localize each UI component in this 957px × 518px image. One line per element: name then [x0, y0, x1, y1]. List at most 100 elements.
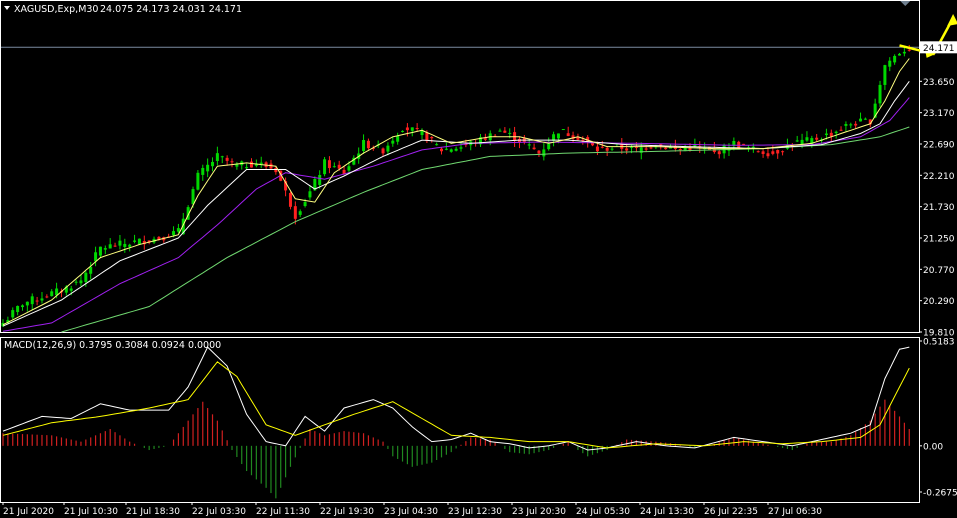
- candle-body: [600, 146, 604, 148]
- candle-body: [89, 266, 93, 274]
- symbol-dropdown-icon[interactable]: [4, 6, 10, 10]
- candle-body: [893, 55, 897, 63]
- candle-body: [332, 166, 336, 168]
- candle-body: [11, 310, 15, 318]
- candle-body: [649, 147, 653, 149]
- candle-body: [751, 146, 755, 148]
- candle-body: [766, 153, 770, 157]
- candle-body: [410, 127, 414, 131]
- time-tick-label: 27 Jul 06:30: [768, 507, 822, 517]
- candle-body: [323, 159, 327, 175]
- candle-body: [225, 157, 229, 161]
- candle-body: [776, 150, 780, 154]
- price-panel[interactable]: [1, 1, 957, 333]
- candle-body: [259, 162, 263, 165]
- candle-body: [824, 133, 828, 136]
- candle-body: [249, 161, 253, 168]
- candle-body: [503, 130, 507, 133]
- chart-canvas: 24.171 23.650 23.170 22.690 22.210 21.730 21.2…: [0, 0, 957, 517]
- candle-body: [644, 148, 648, 150]
- candle-body: [547, 143, 551, 150]
- candle-body: [40, 298, 44, 301]
- candle-body: [459, 147, 463, 149]
- candle-body: [878, 84, 882, 104]
- candle-body: [108, 244, 112, 249]
- candle-body: [362, 140, 366, 152]
- candle-body: [659, 144, 663, 146]
- candle-body: [16, 305, 20, 313]
- candle-body: [230, 161, 234, 163]
- ma-fast-line: [2, 58, 910, 326]
- candle-body: [405, 127, 409, 131]
- candle-body: [50, 291, 54, 297]
- time-tick-label: 22 Jul 03:30: [192, 507, 246, 517]
- candle-body: [45, 296, 49, 298]
- candle-body: [829, 132, 833, 137]
- price-panel-border: [0, 0, 920, 333]
- candle-body: [834, 131, 838, 134]
- candle-body: [211, 161, 215, 167]
- candle-body: [298, 211, 302, 215]
- candle-body: [118, 240, 122, 246]
- macd-lines: [2, 346, 910, 451]
- candle-body: [128, 244, 132, 247]
- macd-tick-label: -0.2675: [923, 489, 957, 499]
- time-tick-label: 21 Jul 2020: [3, 507, 54, 517]
- candle-body: [566, 133, 570, 137]
- candle-body: [381, 148, 385, 154]
- candle-body: [605, 147, 609, 151]
- candle-body: [35, 300, 39, 302]
- symbol-label: XAGUSD,Exp,M30: [14, 4, 98, 15]
- candle-body: [347, 166, 351, 171]
- candle-body: [527, 144, 531, 146]
- candle-body: [123, 243, 127, 247]
- time-tick-label: 21 Jul 10:30: [64, 507, 118, 517]
- chart-frame: [0, 0, 920, 503]
- macd-axis: 0.5183 0.00 -0.2675: [919, 338, 957, 499]
- candle-body: [69, 288, 73, 291]
- candle-body: [74, 281, 78, 283]
- candle-body: [595, 146, 599, 152]
- candle-body: [391, 140, 395, 144]
- candle-body: [483, 138, 487, 140]
- candle-body: [898, 53, 902, 56]
- candle-body: [454, 148, 458, 151]
- ma-slow-line: [2, 97, 910, 332]
- candle-body: [303, 202, 307, 207]
- candle-body: [669, 147, 673, 149]
- candle-body: [498, 130, 502, 132]
- candle-body: [883, 65, 887, 85]
- candle-body: [30, 296, 34, 305]
- price-tick-label: 23.650: [923, 78, 955, 88]
- candle-body: [800, 139, 804, 144]
- chart-shift-marker-icon[interactable]: [900, 1, 911, 6]
- candle-body: [337, 164, 341, 169]
- candle-body: [201, 167, 205, 175]
- candle-body: [556, 133, 560, 139]
- candle-body: [103, 248, 107, 250]
- signal-line: [2, 361, 910, 449]
- current-price-label: 24.171: [923, 44, 955, 54]
- arrow-head: [947, 14, 957, 26]
- price-axis: 24.171 23.650 23.170 22.690 22.210 21.730 21.2…: [919, 41, 957, 339]
- candle-body: [756, 151, 760, 153]
- candle-body: [805, 137, 809, 141]
- candle-body: [839, 129, 843, 131]
- time-tick-label: 26 Jul 22:35: [704, 507, 758, 517]
- moving-averages: [2, 58, 910, 333]
- candle-body: [396, 135, 400, 142]
- candle-body: [20, 305, 24, 308]
- macd-panel[interactable]: [2, 346, 910, 499]
- candle-body: [318, 174, 322, 185]
- candle-body: [444, 148, 448, 150]
- candle-body: [308, 191, 312, 198]
- price-tick-label: 23.170: [923, 109, 955, 119]
- candle-body: [55, 288, 59, 296]
- price-tick-label: 22.210: [923, 172, 955, 182]
- candle-body: [176, 228, 180, 232]
- candle-body: [327, 160, 331, 169]
- candle-body: [532, 147, 536, 150]
- candle-body: [79, 280, 83, 284]
- candle-body: [561, 129, 565, 131]
- candle-body: [94, 252, 98, 262]
